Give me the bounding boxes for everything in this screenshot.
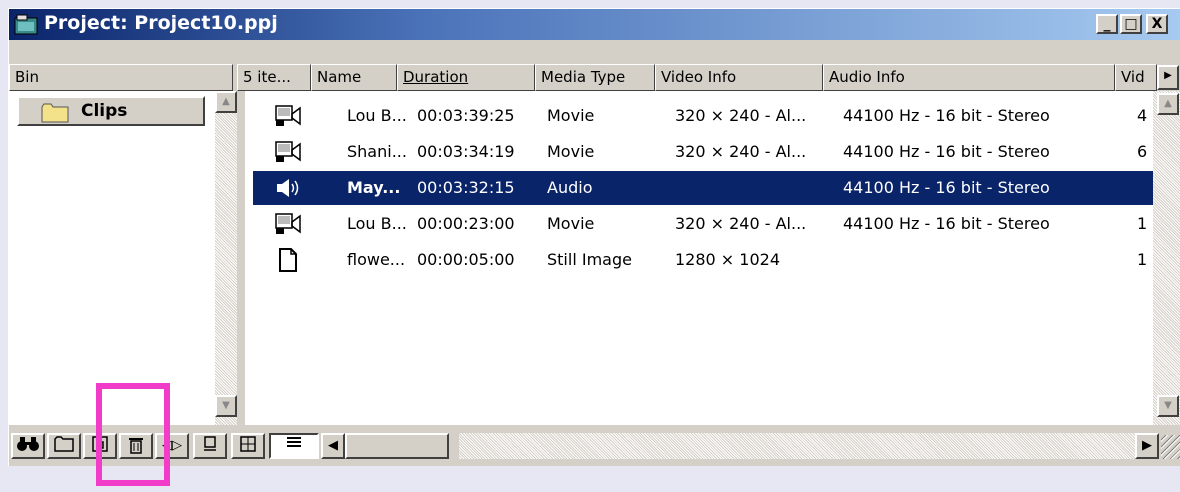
list-view-icon xyxy=(287,437,301,447)
cell-media-type: Movie xyxy=(547,106,595,125)
clip-row[interactable]: Shani... 00:03:34:19 Movie 320 × 240 - Al..… xyxy=(253,135,1153,169)
cell-name: Lou B... xyxy=(347,106,407,125)
bin-scroll-down-button[interactable]: ▼ xyxy=(215,395,237,417)
extra-column-header[interactable]: Vid xyxy=(1115,64,1157,91)
cell-name: Lou B... xyxy=(347,214,407,233)
minimize-button[interactable]: _ xyxy=(1096,14,1118,34)
list-vertical-scrollbar[interactable] xyxy=(1153,91,1180,425)
scroll-columns-right-button[interactable]: ▶ xyxy=(1157,65,1179,90)
window-title: Project: Project10.ppj xyxy=(44,12,278,34)
icon-view-icon xyxy=(204,436,216,451)
clip-row[interactable]: May... 00:03:32:15 Audio 44100 Hz - 16 bit … xyxy=(253,171,1153,205)
movie-icon xyxy=(275,140,301,164)
maximize-button[interactable]: □ xyxy=(1120,14,1142,34)
cell-duration: 00:03:32:15 xyxy=(417,178,515,197)
scroll-right-button[interactable]: ▶ xyxy=(1135,433,1159,459)
bin-column-header[interactable]: Bin xyxy=(9,64,233,91)
cell-video-info: 320 × 240 - Al... xyxy=(675,214,807,233)
bottom-toolbar: ◁▷ ◀ ▶ xyxy=(9,425,1180,461)
list-scroll-up-button[interactable]: ▲ xyxy=(1157,93,1179,115)
folder-icon xyxy=(41,103,69,123)
cell-name: Shani... xyxy=(347,142,407,161)
bin-vertical-scrollbar[interactable] xyxy=(215,91,237,425)
cell-video-info xyxy=(675,171,835,205)
audio-icon xyxy=(275,176,301,200)
cell-video-info: 1280 × 1024 xyxy=(675,250,781,269)
still-image-icon xyxy=(275,248,301,272)
cell-media-type: Movie xyxy=(547,214,595,233)
resize-grip[interactable] xyxy=(1161,435,1180,459)
scroll-left-button[interactable]: ◀ xyxy=(321,433,345,459)
video-info-column-header[interactable]: Video Info xyxy=(655,64,823,91)
cell-name: flowe... xyxy=(347,250,406,269)
media-type-column-header[interactable]: Media Type xyxy=(535,64,655,91)
horizontal-scroll-thumb[interactable] xyxy=(345,433,449,459)
horizontal-scrollbar-track[interactable] xyxy=(459,433,1139,459)
project-window: Project: Project10.ppj _ □ X Bin 5 ite..… xyxy=(8,8,1180,466)
cell-audio-info xyxy=(843,243,1133,277)
cell-media-type: Movie xyxy=(547,142,595,161)
audio-info-column-header[interactable]: Audio Info xyxy=(823,64,1115,91)
highlight-box xyxy=(96,383,170,486)
bin-panel xyxy=(9,91,219,425)
duration-header-label: Duration xyxy=(403,68,469,86)
clips-folder-label: Clips xyxy=(81,101,128,121)
clips-folder-item[interactable]: Clips xyxy=(17,96,205,126)
cell-duration: 00:03:39:25 xyxy=(417,106,515,125)
cell-audio-info: 44100 Hz - 16 bit - Stereo xyxy=(843,106,1050,125)
find-button[interactable] xyxy=(11,433,45,459)
clip-row[interactable]: flowe... 00:00:05:00 Still Image 1280 × 102… xyxy=(253,243,1153,277)
bin-scroll-up-button[interactable]: ▲ xyxy=(215,91,237,113)
binoculars-icon xyxy=(17,437,39,451)
cell-video-info: 320 × 240 - Al... xyxy=(675,106,807,125)
thumbnail-view-button[interactable] xyxy=(231,433,265,459)
project-icon xyxy=(14,14,38,35)
cell-video-info: 320 × 240 - Al... xyxy=(675,142,807,161)
title-bar[interactable]: Project: Project10.ppj _ □ X xyxy=(9,9,1180,40)
cell-duration: 00:03:34:19 xyxy=(417,142,515,161)
clip-row[interactable]: Lou B... 00:00:23:00 Movie 320 × 240 - Al..… xyxy=(253,207,1153,241)
cell-duration: 00:00:23:00 xyxy=(417,214,515,233)
cell-audio-info: 44100 Hz - 16 bit - Stereo xyxy=(843,142,1050,161)
list-scroll-down-button[interactable]: ▼ xyxy=(1157,395,1179,417)
list-view-button[interactable] xyxy=(269,433,319,459)
cell-media-type: Still Image xyxy=(547,250,632,269)
thumbnail-view-icon xyxy=(240,436,256,452)
movie-icon xyxy=(275,212,301,236)
cell-media-type: Audio xyxy=(547,178,593,197)
cell-audio-info: 44100 Hz - 16 bit - Stereo xyxy=(843,178,1050,197)
new-bin-button[interactable] xyxy=(47,433,81,459)
cell-duration: 00:00:05:00 xyxy=(417,250,515,269)
panel-divider[interactable] xyxy=(237,91,245,425)
duration-column-header[interactable]: Duration xyxy=(397,64,535,91)
new-folder-icon xyxy=(54,436,74,452)
name-column-header[interactable]: Name xyxy=(311,64,397,91)
movie-icon xyxy=(275,104,301,128)
item-count-header[interactable]: 5 ite... xyxy=(237,64,311,91)
cell-audio-info: 44100 Hz - 16 bit - Stereo xyxy=(843,214,1050,233)
clip-row[interactable]: Lou B... 00:03:39:25 Movie 320 × 240 - Al..… xyxy=(253,99,1153,133)
icon-view-button[interactable] xyxy=(193,433,227,459)
cell-name: May... xyxy=(347,178,401,197)
close-button[interactable]: X xyxy=(1146,14,1168,34)
